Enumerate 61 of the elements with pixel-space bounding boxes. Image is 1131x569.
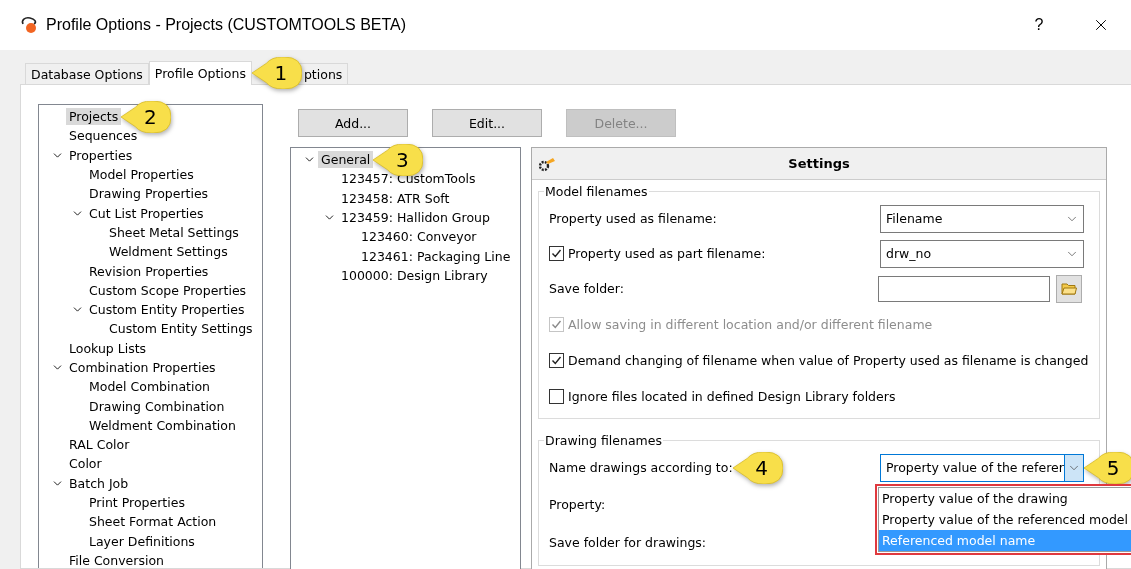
field-label: Property:	[549, 496, 606, 512]
field-label: Property used as filename:	[549, 211, 717, 226]
tree-item[interactable]: Lookup Lists	[66, 339, 150, 357]
action-button[interactable]: Edit...	[432, 109, 542, 137]
field-label: Name drawings according to:	[549, 460, 733, 475]
tree-item[interactable]: Weldment Settings	[106, 243, 231, 261]
checkbox-label: Allow saving in different location and/or different filename	[568, 316, 933, 332]
tree-item[interactable]: 123461: Packaging Line	[358, 247, 514, 265]
tree-item[interactable]: Custom Entity Properties	[86, 301, 248, 319]
tree-item[interactable]: Cut List Properties	[86, 204, 207, 222]
tree-item[interactable]: File Conversion	[66, 551, 167, 569]
window-title: Profile Options - Projects (CUSTOMTOOLS BETA)	[46, 16, 408, 34]
callout-marker: 5	[1084, 451, 1131, 484]
tree-item[interactable]: Layer Definitions	[86, 532, 198, 550]
tree-item[interactable]: Combination Properties	[66, 359, 219, 376]
tree-item[interactable]: Print Properties	[86, 494, 188, 512]
tree-item[interactable]: Properties	[66, 146, 136, 164]
tree-item[interactable]: RAL Color	[66, 436, 133, 454]
checkbox-label: Ignore files located in defined Design Library folders	[568, 388, 896, 404]
tree-item[interactable]: Drawing Properties	[86, 185, 212, 203]
tree-item[interactable]: Drawing Combination	[86, 397, 228, 415]
dropdown[interactable]: drw_no	[880, 239, 1084, 268]
browse-button[interactable]	[1056, 274, 1082, 303]
group-title: Drawing filenames	[544, 433, 663, 448]
tree-item[interactable]: Model Properties	[86, 166, 197, 184]
tools-icon	[538, 155, 556, 172]
tree-item[interactable]: Projects	[66, 108, 122, 126]
tree-item[interactable]: Sheet Metal Settings	[106, 223, 242, 241]
callout-marker: 2	[121, 100, 172, 133]
tree-item[interactable]: 100000: Design Library	[338, 266, 491, 284]
callout-marker: 1	[251, 56, 302, 89]
tab[interactable]: Database Options	[25, 63, 149, 84]
tree-item[interactable]: Custom Scope Properties	[86, 281, 250, 299]
dropdown[interactable]: Property value of the referer	[880, 453, 1084, 482]
tree-item[interactable]: 123458: ATR Soft	[338, 189, 453, 207]
dropdown[interactable]: Filename	[880, 204, 1084, 233]
tree-item[interactable]: General	[318, 151, 374, 169]
tree-item[interactable]: Weldment Combination	[86, 416, 239, 434]
field-label: Property used as part filename:	[568, 246, 766, 261]
checkbox-label: Demand changing of filename when value of Property used as filename is changed	[568, 352, 1089, 368]
tree-item[interactable]: Sheet Format Action	[86, 513, 220, 531]
tree-item[interactable]: Revision Properties	[86, 262, 212, 280]
panel-title: Settings	[787, 156, 851, 171]
field-label: Save folder:	[549, 281, 624, 296]
checkbox[interactable]	[549, 352, 564, 368]
tab[interactable]: Profile Options	[148, 61, 252, 85]
checkbox[interactable]	[549, 388, 564, 404]
tree-item[interactable]: 123459: Hallidon Group	[338, 209, 493, 227]
field-label: Save folder for drawings:	[549, 534, 707, 550]
callout-marker: 4	[732, 451, 783, 484]
input-field[interactable]	[878, 275, 1050, 302]
tree-item[interactable]: Model Combination	[86, 378, 213, 396]
group-title: Model filenames	[544, 184, 649, 199]
tree-item[interactable]: Batch Job	[66, 474, 132, 492]
checkbox[interactable]	[549, 246, 564, 261]
folder-icon	[1061, 282, 1077, 295]
action-button[interactable]: Add...	[298, 109, 408, 137]
tree-item[interactable]: 123460: Conveyor	[358, 228, 480, 246]
tree-item[interactable]: Color	[66, 455, 105, 473]
tree-item[interactable]: Custom Entity Settings	[106, 320, 256, 338]
help-button[interactable]: ?	[1019, 15, 1059, 35]
